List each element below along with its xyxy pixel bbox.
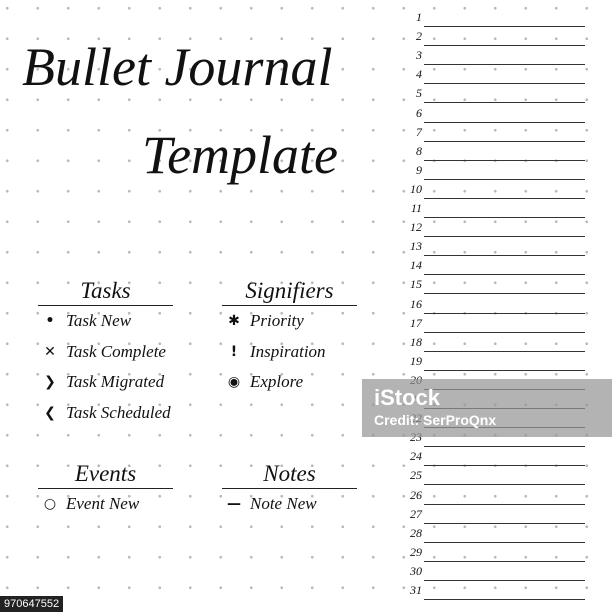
writing-line: [424, 599, 585, 600]
cross-icon: ✕: [44, 343, 56, 360]
asterisk-icon: ✱: [228, 313, 240, 330]
notes-section: Notes — Note New: [222, 461, 357, 520]
day-line: 19: [400, 352, 585, 371]
watermark: iStock Credit: SerProQnx: [362, 379, 612, 437]
day-line: 11: [400, 199, 585, 218]
legend-label: Note New: [250, 494, 317, 514]
legend-label: Task Scheduled: [66, 402, 171, 422]
day-number: 29: [410, 544, 422, 559]
day-number: 13: [410, 239, 422, 254]
legend-item: ✱ Priority: [222, 306, 357, 337]
events-heading: Events: [38, 461, 173, 489]
day-line: 14: [400, 256, 585, 276]
day-line: 28: [400, 524, 585, 543]
day-line: 15: [400, 275, 585, 295]
watermark-brand: iStock: [374, 385, 441, 410]
legend-label: Task Complete: [66, 341, 166, 361]
day-number: 17: [410, 315, 422, 330]
legend-item: ◉ Explore: [222, 367, 357, 398]
day-number: 1: [416, 10, 422, 24]
day-line: 30: [400, 562, 585, 581]
day-number: 31: [410, 583, 422, 597]
bullet-dot-icon: •: [45, 313, 55, 330]
day-number: 28: [410, 525, 422, 540]
day-line: 17: [400, 314, 585, 333]
day-number: 10: [410, 181, 422, 196]
legend-label: Task New: [66, 311, 132, 331]
legend-item: — Note New: [222, 489, 357, 520]
day-line: 18: [400, 333, 585, 352]
day-number: 2: [416, 29, 422, 44]
day-number: 12: [410, 220, 422, 235]
day-line: 10: [400, 180, 585, 199]
legend-label: Priority: [250, 311, 304, 331]
tasks-section: Tasks • Task New ✕ Task Complete ❯ Task Migra…: [38, 278, 173, 428]
legend-item: • Task New: [38, 306, 173, 337]
day-number: 24: [410, 449, 422, 464]
day-line: 26: [400, 486, 585, 505]
day-number: 25: [410, 468, 422, 483]
legend-item: ❯ Task Migrated: [38, 367, 173, 398]
image-id: 970647552: [0, 596, 64, 612]
legend-label: Inspiration: [250, 341, 326, 361]
signifiers-heading: Signifiers: [222, 278, 357, 306]
dash-icon: —: [227, 496, 241, 513]
day-line: 25: [400, 466, 585, 486]
day-line: 12: [400, 218, 585, 238]
day-number: 8: [416, 143, 422, 158]
day-number: 4: [416, 67, 422, 82]
tasks-heading: Tasks: [38, 278, 173, 306]
signifiers-section: Signifiers ✱ Priority! Inspiration ◉ Explore: [222, 278, 357, 398]
day-line: 9: [400, 161, 585, 180]
day-line: 5: [400, 84, 585, 104]
exclamation-icon: !: [230, 343, 238, 360]
watermark-credit: Credit: SerProQnx: [374, 412, 497, 428]
day-line: 31: [400, 581, 585, 600]
events-section: Events ○ Event New: [38, 461, 173, 520]
day-number: 30: [410, 563, 422, 578]
legend-label: Explore: [250, 372, 304, 392]
circle-icon: ○: [43, 496, 57, 513]
day-line: 3: [400, 46, 585, 66]
day-number: 11: [410, 201, 422, 215]
day-line: 16: [400, 295, 585, 314]
day-line: 27: [400, 505, 585, 524]
day-number: 15: [410, 277, 422, 292]
legend-label: Event New: [66, 494, 140, 514]
day-line: 2: [400, 27, 585, 47]
legend-item: ○ Event New: [38, 489, 173, 520]
day-line: 4: [400, 65, 585, 85]
day-line: 8: [400, 142, 585, 161]
day-number: 7: [416, 124, 422, 139]
day-line: 29: [400, 543, 585, 562]
day-number: 5: [416, 86, 422, 101]
legend-label: Task Migrated: [66, 372, 165, 392]
day-line: 24: [400, 447, 585, 467]
day-number: 16: [410, 296, 422, 311]
title-line-1: Bullet Journal: [22, 37, 333, 97]
day-number: 26: [410, 487, 422, 502]
legend-item: ✕ Task Complete: [38, 337, 173, 368]
day-number: 3: [416, 48, 422, 63]
legend-item: ❮ Task Scheduled: [38, 398, 173, 429]
chevron-right-icon: ❯: [44, 374, 56, 391]
legend-item: ! Inspiration: [222, 337, 357, 368]
chevron-left-icon: ❮: [44, 404, 56, 421]
day-line: 7: [400, 123, 585, 142]
day-number: 27: [410, 506, 422, 521]
notes-heading: Notes: [222, 461, 357, 489]
day-number: 9: [416, 162, 422, 177]
title-line-2: Template: [142, 125, 339, 185]
day-line: 6: [400, 104, 585, 123]
eye-icon: ◉: [227, 374, 241, 391]
day-number: 19: [410, 353, 422, 368]
day-number: 6: [416, 105, 422, 120]
day-line: 1: [400, 8, 585, 27]
day-number: 14: [410, 258, 422, 273]
day-number: 18: [410, 334, 422, 349]
day-line: 13: [400, 237, 585, 257]
